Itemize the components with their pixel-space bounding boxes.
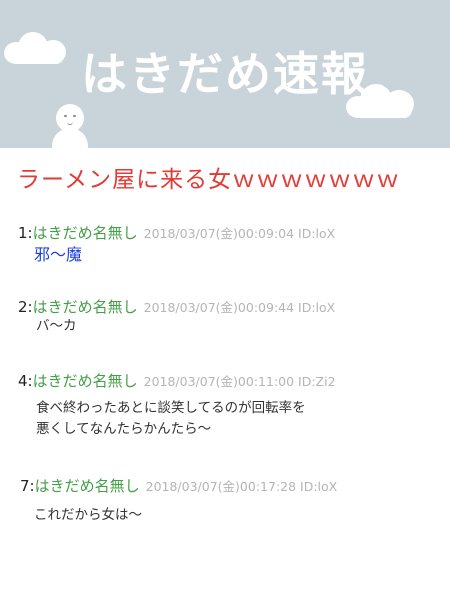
post-header: 4:はきだめ名無し 2018/03/07(金)00:11:00 ID:Zi2	[18, 370, 336, 390]
post-number: 2:	[18, 298, 33, 316]
post-number: 1:	[18, 224, 33, 242]
post-number: 7:	[20, 477, 35, 495]
post-body-line: 邪～魔	[34, 245, 83, 264]
site-header: はきだめ速報	[0, 0, 450, 148]
post-body-line: バ～カ	[36, 318, 77, 334]
article-title[interactable]: ラーメン屋に来る女ｗｗｗｗｗｗｗ	[17, 160, 400, 194]
post-author-name[interactable]: はきだめ名無し	[33, 298, 138, 316]
post-meta: 2018/03/07(金)00:17:28 ID:loX	[145, 479, 338, 494]
post-author-name[interactable]: はきだめ名無し	[33, 372, 138, 390]
post-meta: 2018/03/07(金)00:09:44 ID:loX	[143, 300, 336, 315]
site-title[interactable]: はきだめ速報	[0, 38, 450, 104]
post-body-line: 悪くしてなんたらかんたら～	[36, 421, 212, 437]
post-body: バ～カ	[36, 316, 77, 337]
post-body-line: これだから女は～	[34, 507, 142, 523]
post-meta: 2018/03/07(金)00:09:04 ID:loX	[143, 226, 336, 241]
post-author-name[interactable]: はきだめ名無し	[33, 224, 138, 242]
post-header: 2:はきだめ名無し 2018/03/07(金)00:09:44 ID:loX	[18, 296, 335, 316]
post-body-line: 食べ終わったあとに談笑してるのが回転率を	[36, 400, 306, 416]
post-header: 7:はきだめ名無し 2018/03/07(金)00:17:28 ID:loX	[20, 475, 337, 495]
post-body: 邪～魔	[34, 244, 82, 265]
post-meta: 2018/03/07(金)00:11:00 ID:Zi2	[143, 374, 336, 389]
mascot-icon	[48, 104, 92, 148]
post-body: 食べ終わったあとに談笑してるのが回転率を 悪くしてなんたらかんたら～	[36, 398, 306, 440]
post-author-name[interactable]: はきだめ名無し	[35, 477, 140, 495]
post-header: 1:はきだめ名無し 2018/03/07(金)00:09:04 ID:loX	[18, 222, 335, 242]
post-number: 4:	[18, 372, 33, 390]
post-body: これだから女は～	[34, 505, 142, 526]
